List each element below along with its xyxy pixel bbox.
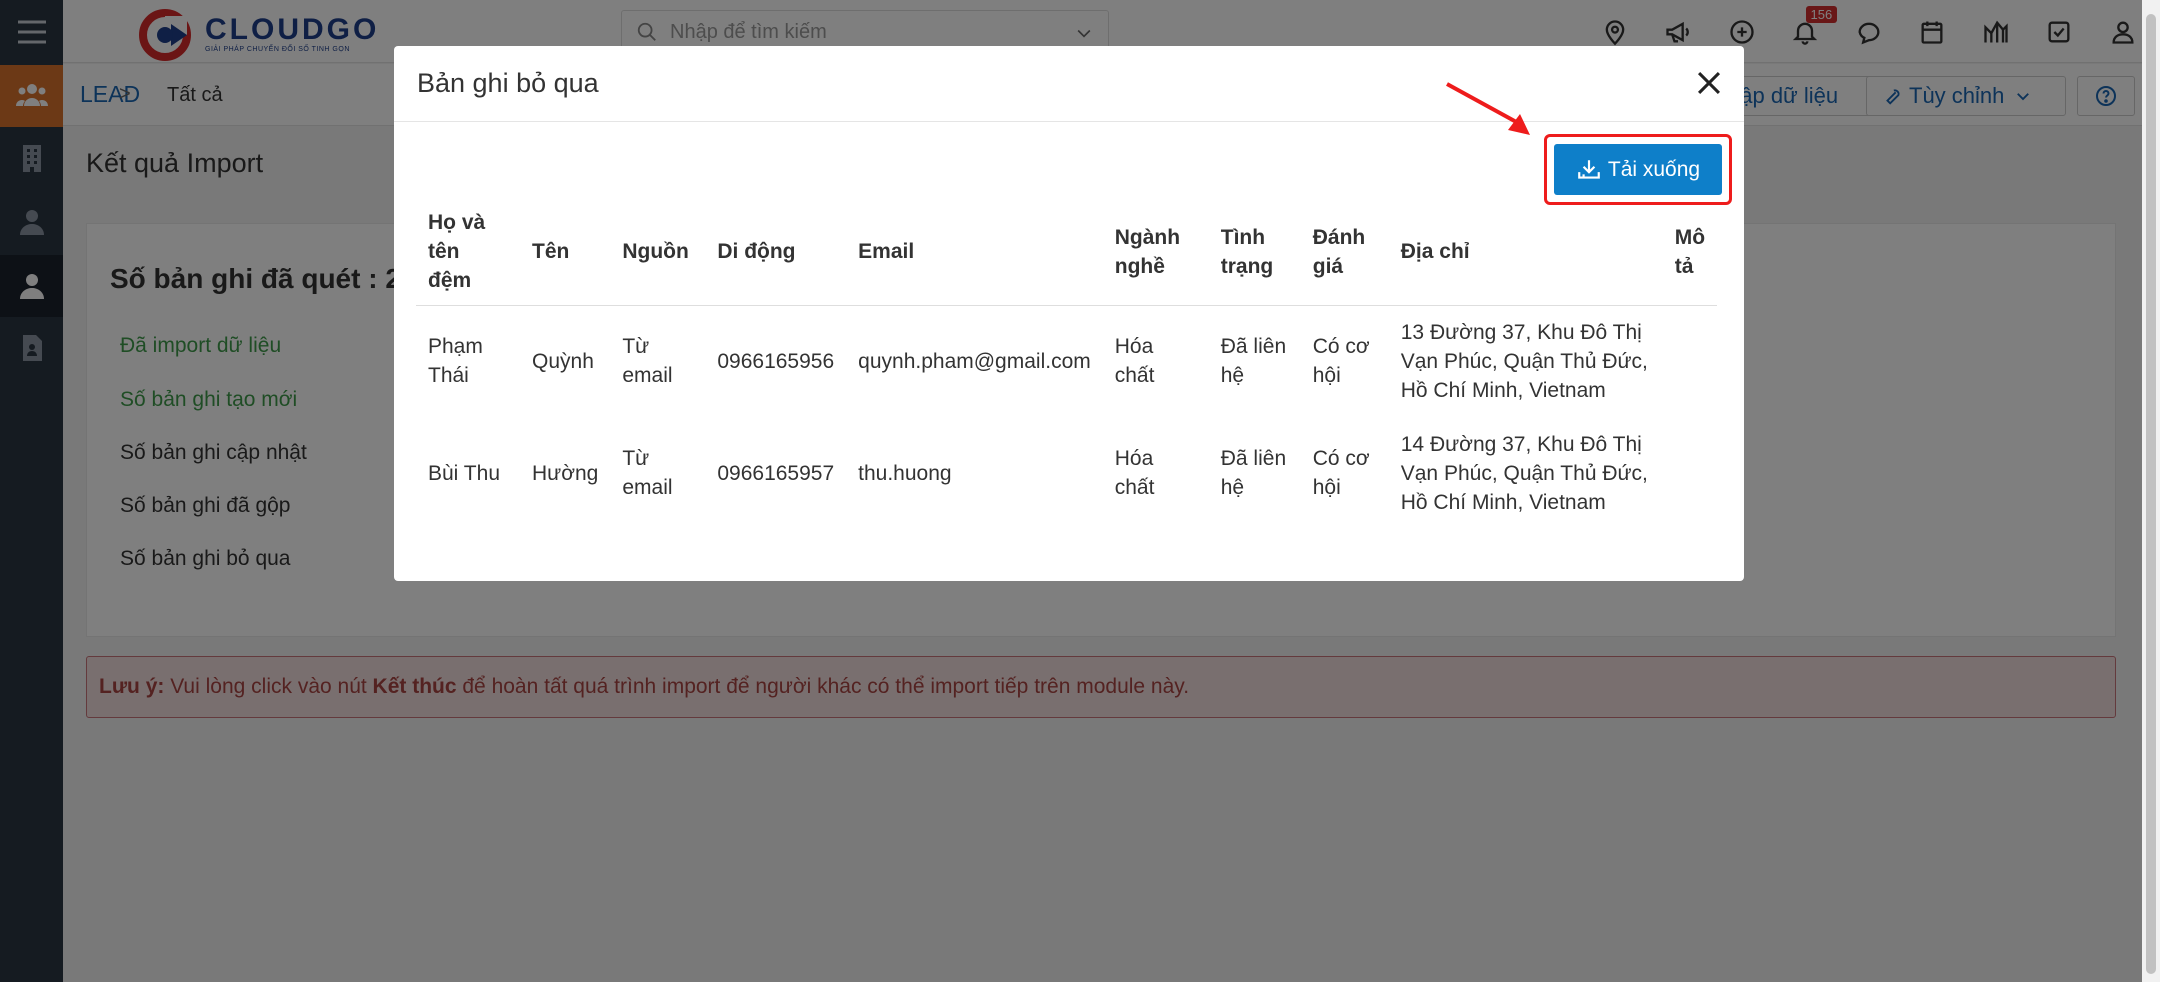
- cell-address: 14 Đường 37, Khu Đô Thị Vạn Phúc, Quận T…: [1400, 432, 1648, 514]
- cell-source: Từ email: [622, 335, 673, 388]
- red-arrow-annotation: [1446, 82, 1530, 135]
- cell-mobile: 0966165957: [717, 461, 835, 485]
- cell-description: [1663, 417, 1717, 529]
- column-header-first-name: Tên: [520, 199, 611, 306]
- cell-email: thu.huong: [858, 461, 952, 485]
- cell-rating: Có cơ hội: [1312, 447, 1370, 499]
- modal-header: Bản ghi bỏ qua: [394, 46, 1744, 122]
- cell-first-name: Hường: [532, 461, 599, 485]
- column-header-address: Địa chỉ: [1388, 199, 1663, 306]
- column-header-middle-name: Họ và tên đệm: [416, 199, 520, 306]
- cell-status: Đã liên hệ: [1220, 335, 1287, 388]
- cell-rating: Có cơ hội: [1312, 335, 1370, 388]
- cell-industry: Hóa chất: [1114, 447, 1155, 499]
- cell-address: 13 Đường 37, Khu Đô Thị Vạn Phúc, Quận T…: [1400, 320, 1648, 402]
- cell-email: quynh.pham@gmail.com: [858, 349, 1091, 373]
- table-row: Bùi Thu Hường Từ email 0966165957 thu.hu…: [416, 417, 1717, 529]
- column-header-mobile: Di động: [705, 199, 847, 306]
- scrollbar-thumb[interactable]: [2146, 14, 2156, 974]
- download-icon: [1578, 159, 1600, 179]
- column-header-email: Email: [846, 199, 1103, 306]
- close-icon[interactable]: [1692, 66, 1726, 100]
- page-scrollbar[interactable]: [2142, 0, 2160, 982]
- column-header-source: Nguồn: [610, 199, 706, 306]
- cell-middle-name: Bùi Thu: [428, 461, 500, 485]
- column-header-rating: Đánh giá: [1300, 199, 1389, 306]
- download-button[interactable]: Tải xuống: [1554, 144, 1722, 195]
- cell-middle-name: Phạm Thái: [428, 335, 483, 388]
- table-row: Phạm Thái Quỳnh Từ email 0966165956 quyn…: [416, 305, 1717, 417]
- cell-industry: Hóa chất: [1114, 335, 1155, 388]
- skipped-records-modal: Bản ghi bỏ qua Tải xuống Họ và tên đệm T…: [394, 46, 1744, 581]
- cell-source: Từ email: [622, 447, 673, 499]
- table-header-row: Họ và tên đệm Tên Nguồn Di động Email Ng…: [416, 199, 1718, 306]
- cell-first-name: Quỳnh: [532, 349, 594, 373]
- cell-mobile: 0966165956: [717, 349, 835, 373]
- cell-status: Đã liên hệ: [1220, 447, 1287, 499]
- column-header-description: Mô tả: [1662, 199, 1718, 306]
- column-header-status: Tình trạng: [1208, 199, 1301, 306]
- skipped-records-table: Họ và tên đệm Tên Nguồn Di động Email Ng…: [416, 199, 1718, 529]
- cell-description: [1663, 305, 1717, 417]
- download-label: Tải xuống: [1607, 157, 1701, 181]
- modal-title: Bản ghi bỏ qua: [417, 68, 599, 98]
- column-header-industry: Ngành nghề: [1102, 199, 1209, 306]
